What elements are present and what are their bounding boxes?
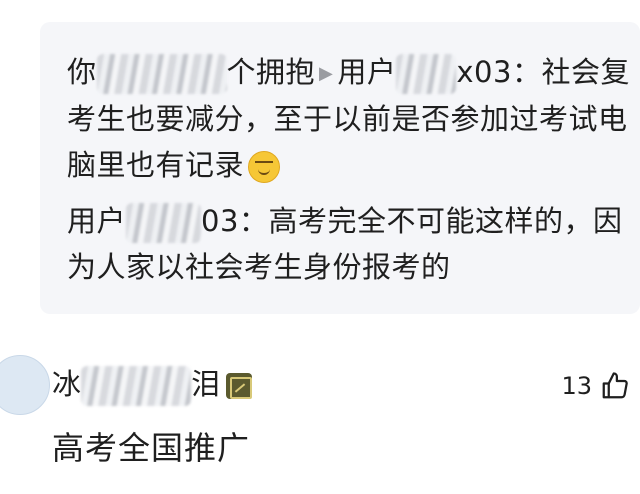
reply-1-target-prefix[interactable]: 用户 bbox=[337, 55, 396, 89]
reply-2-text-line1: 高考完全不可能这样的，因 bbox=[268, 204, 623, 238]
reply-2-text-line2: 为人家以社会考生身份报考的 bbox=[67, 250, 451, 284]
reply-1-target-end[interactable]: x03 bbox=[456, 55, 512, 89]
comment-username-end: 泪 bbox=[191, 367, 221, 401]
redacted-username bbox=[396, 54, 457, 94]
play-arrow-icon: ▶ bbox=[319, 63, 334, 84]
comment-text: 高考全国推广 bbox=[52, 429, 251, 467]
comment-username-start: 冰 bbox=[52, 367, 82, 401]
like-count: 13 bbox=[561, 372, 592, 400]
reply-1-text-line2: 考生也要减分，至于以前是否参加过考试电 bbox=[67, 102, 628, 136]
redacted-username bbox=[126, 203, 202, 243]
colon: ： bbox=[511, 55, 542, 89]
comment-username[interactable]: 冰泪 bbox=[52, 362, 253, 406]
avatar[interactable] bbox=[0, 355, 50, 415]
grin-emoji-icon bbox=[248, 151, 281, 183]
redacted-username bbox=[81, 366, 192, 406]
reply-1-header: 你 个拥抱 ▶ 用户 x03：社会复 bbox=[67, 50, 630, 96]
reply-1-username-start[interactable]: 你 bbox=[67, 55, 97, 89]
thumbs-up-icon[interactable] bbox=[600, 371, 630, 401]
reply-1-text-line3-row: 脑里也有记录 bbox=[67, 143, 281, 187]
redacted-username bbox=[96, 54, 227, 94]
reply-1-text-line3: 脑里也有记录 bbox=[67, 148, 245, 182]
colon: ： bbox=[238, 204, 269, 238]
level-badge-icon bbox=[226, 373, 253, 399]
reply-2-header: 用户 03：高考完全不可能这样的，因 bbox=[67, 199, 622, 243]
reply-1-username-end[interactable]: 个拥抱 bbox=[227, 55, 316, 89]
reply-2-username-start[interactable]: 用户 bbox=[67, 204, 126, 238]
reply-1-text-line1: 社会复 bbox=[541, 55, 630, 89]
reply-2-username-end[interactable]: 03 bbox=[201, 204, 239, 238]
like-button[interactable]: 13 bbox=[561, 364, 630, 408]
